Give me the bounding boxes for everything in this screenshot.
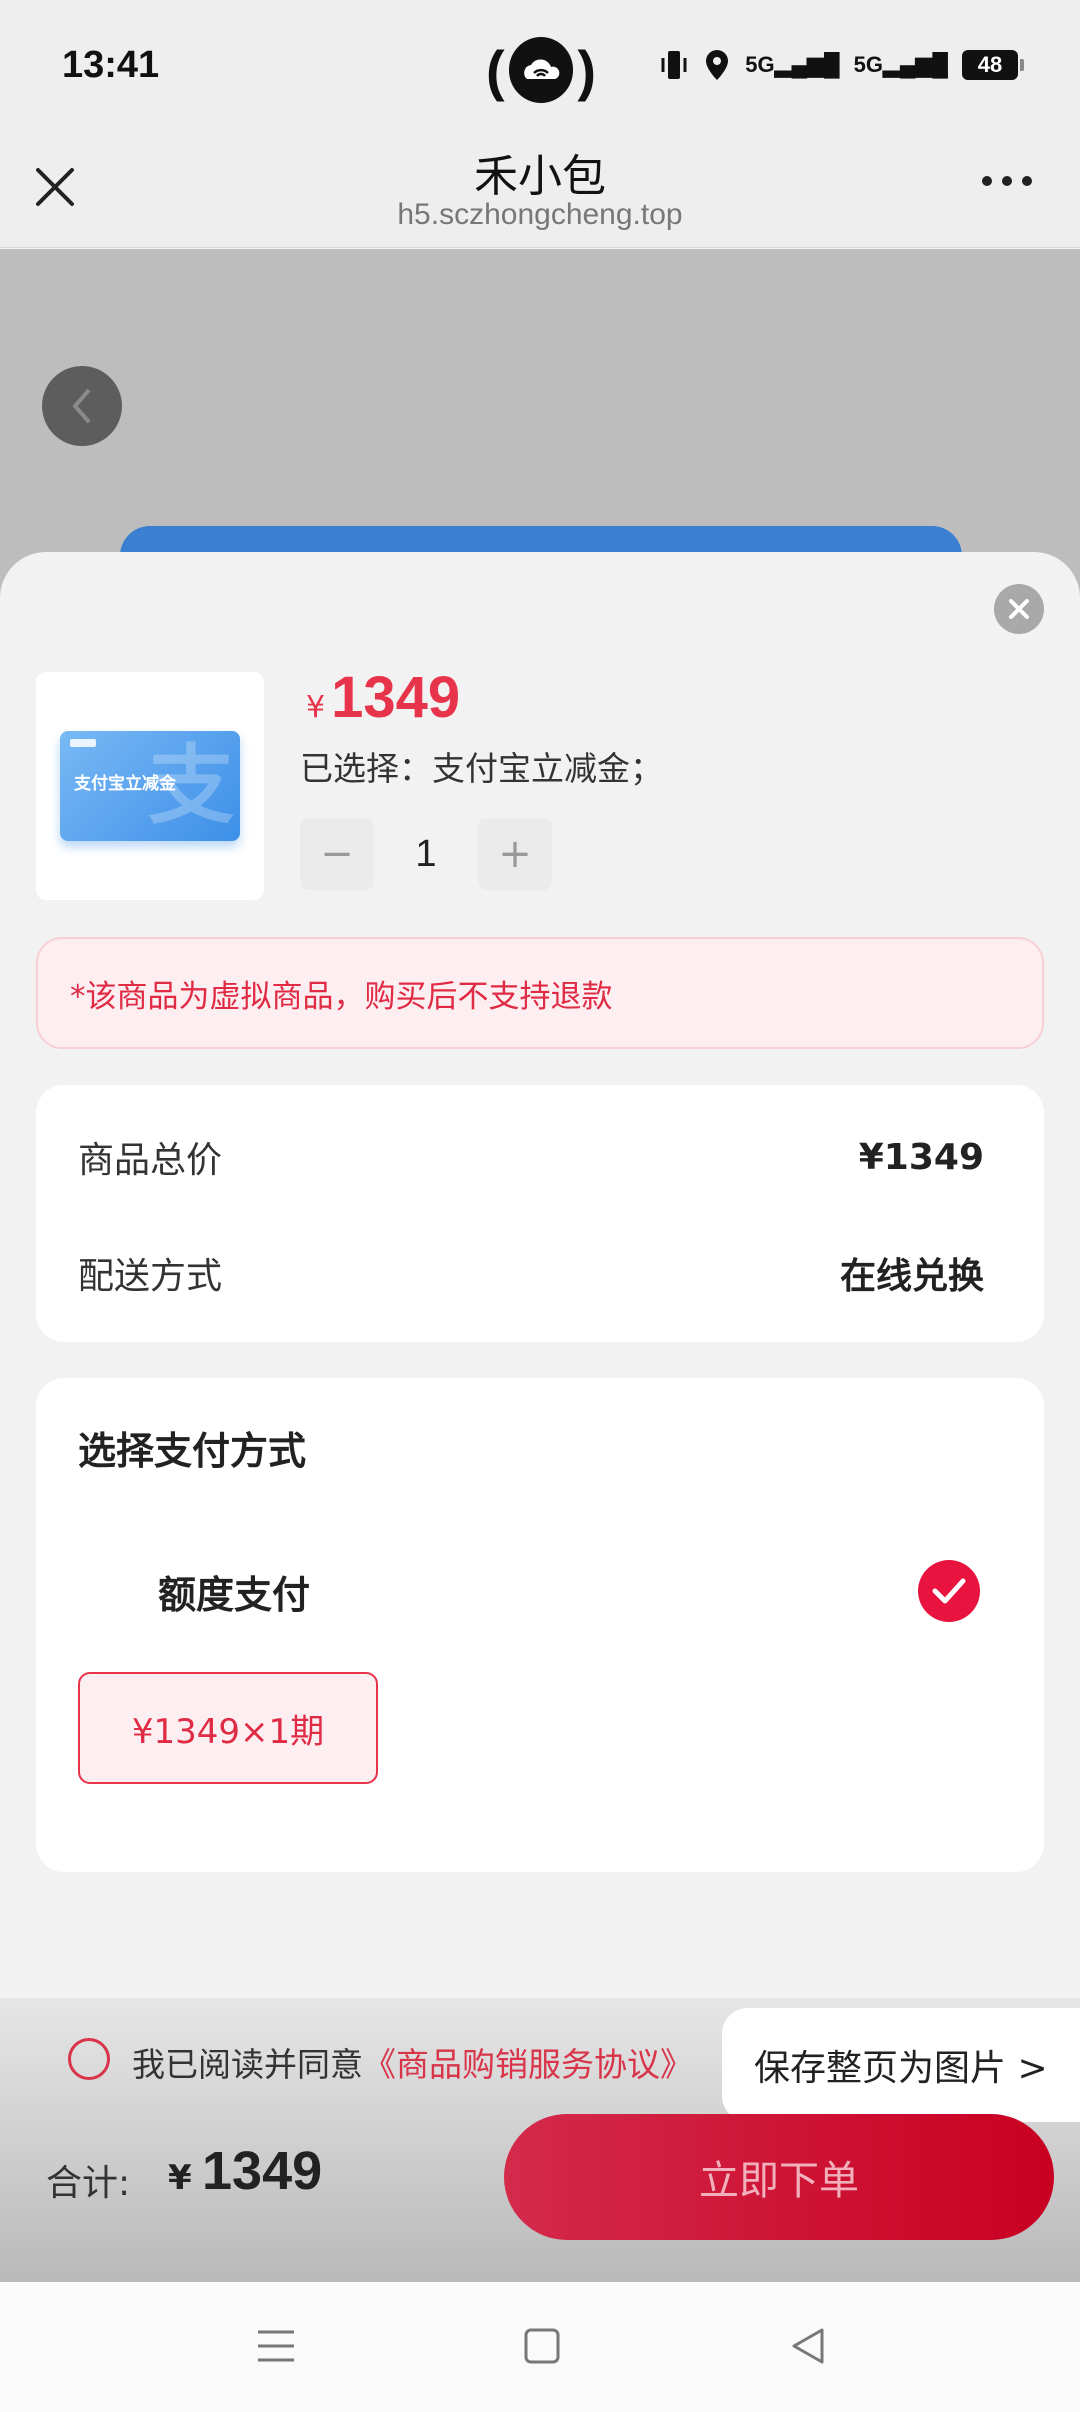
vibrate-icon: [661, 51, 687, 79]
status-time: 13:41: [62, 44, 160, 86]
payment-option-credit[interactable]: 额度支付: [158, 1564, 310, 1619]
chevron-left-icon[interactable]: [42, 366, 122, 446]
close-circle-icon[interactable]: [994, 584, 1044, 634]
increase-button[interactable]: +: [478, 818, 552, 890]
payment-title: 选择支付方式: [78, 1429, 307, 1473]
triangle-back-icon[interactable]: [786, 2324, 830, 2368]
price-summary-card: 商品总价 ¥1349 配送方式 在线兑换: [36, 1085, 1044, 1342]
cloud-wifi-icon: [508, 37, 574, 103]
place-order-button[interactable]: 立即下单: [504, 2114, 1054, 2240]
product-price: ¥ 1349: [306, 665, 461, 730]
system-nav-bar: [0, 2282, 1080, 2412]
page-title: 禾小包: [474, 151, 606, 202]
battery-indicator: 48: [962, 50, 1024, 80]
square-icon[interactable]: [520, 2324, 564, 2368]
save-page-button[interactable]: 保存整页为图片 >: [722, 2008, 1080, 2122]
total-currency: ¥: [168, 2158, 192, 2198]
alipay-card-image: 支付宝立减金 支: [60, 731, 240, 841]
signal-5g-2: 5G▂▄▆█: [853, 52, 948, 77]
more-icon[interactable]: [982, 176, 1032, 186]
agreement-text: 我已阅读并同意《商品购销服务协议》: [132, 2045, 693, 2084]
status-bar: 13:41 ( ) 5G▂▄▆█ 5G▂▄▆█ 48: [0, 0, 1080, 140]
status-icons: 5G▂▄▆█ 5G▂▄▆█ 48: [659, 48, 1024, 82]
quantity-stepper: − 1 +: [300, 818, 552, 890]
quantity-value[interactable]: 1: [374, 818, 478, 890]
agreement-link[interactable]: 《商品购销服务协议》: [363, 2045, 693, 2084]
location-icon: [706, 50, 729, 80]
total-value: 1349: [202, 2141, 323, 2201]
refund-notice: *该商品为虚拟商品，购买后不支持退款: [36, 937, 1044, 1049]
total-label: 合计:: [46, 2163, 131, 2204]
agree-checkbox[interactable]: [68, 2038, 110, 2080]
product-thumbnail: 支付宝立减金 支: [36, 672, 264, 900]
menu-icon[interactable]: [254, 2324, 298, 2368]
delivery-row: 配送方式 在线兑换: [78, 1256, 984, 1297]
payment-method-card: 选择支付方式 额度支付 ¥1349×1期: [36, 1378, 1044, 1872]
decrease-button[interactable]: −: [300, 818, 374, 890]
check-icon[interactable]: [918, 1560, 980, 1622]
installment-option[interactable]: ¥1349×1期: [78, 1672, 378, 1784]
page-domain: h5.sczhongcheng.top: [397, 198, 683, 231]
signal-5g-1: 5G▂▄▆█: [745, 52, 840, 77]
total-price-row: 商品总价 ¥1349: [78, 1136, 984, 1182]
selected-spec: 已选择：支付宝立减金；: [300, 749, 663, 788]
browser-title-bar: 禾小包 h5.sczhongcheng.top: [0, 140, 1080, 248]
hotspot-indicator: ( ): [486, 37, 596, 103]
